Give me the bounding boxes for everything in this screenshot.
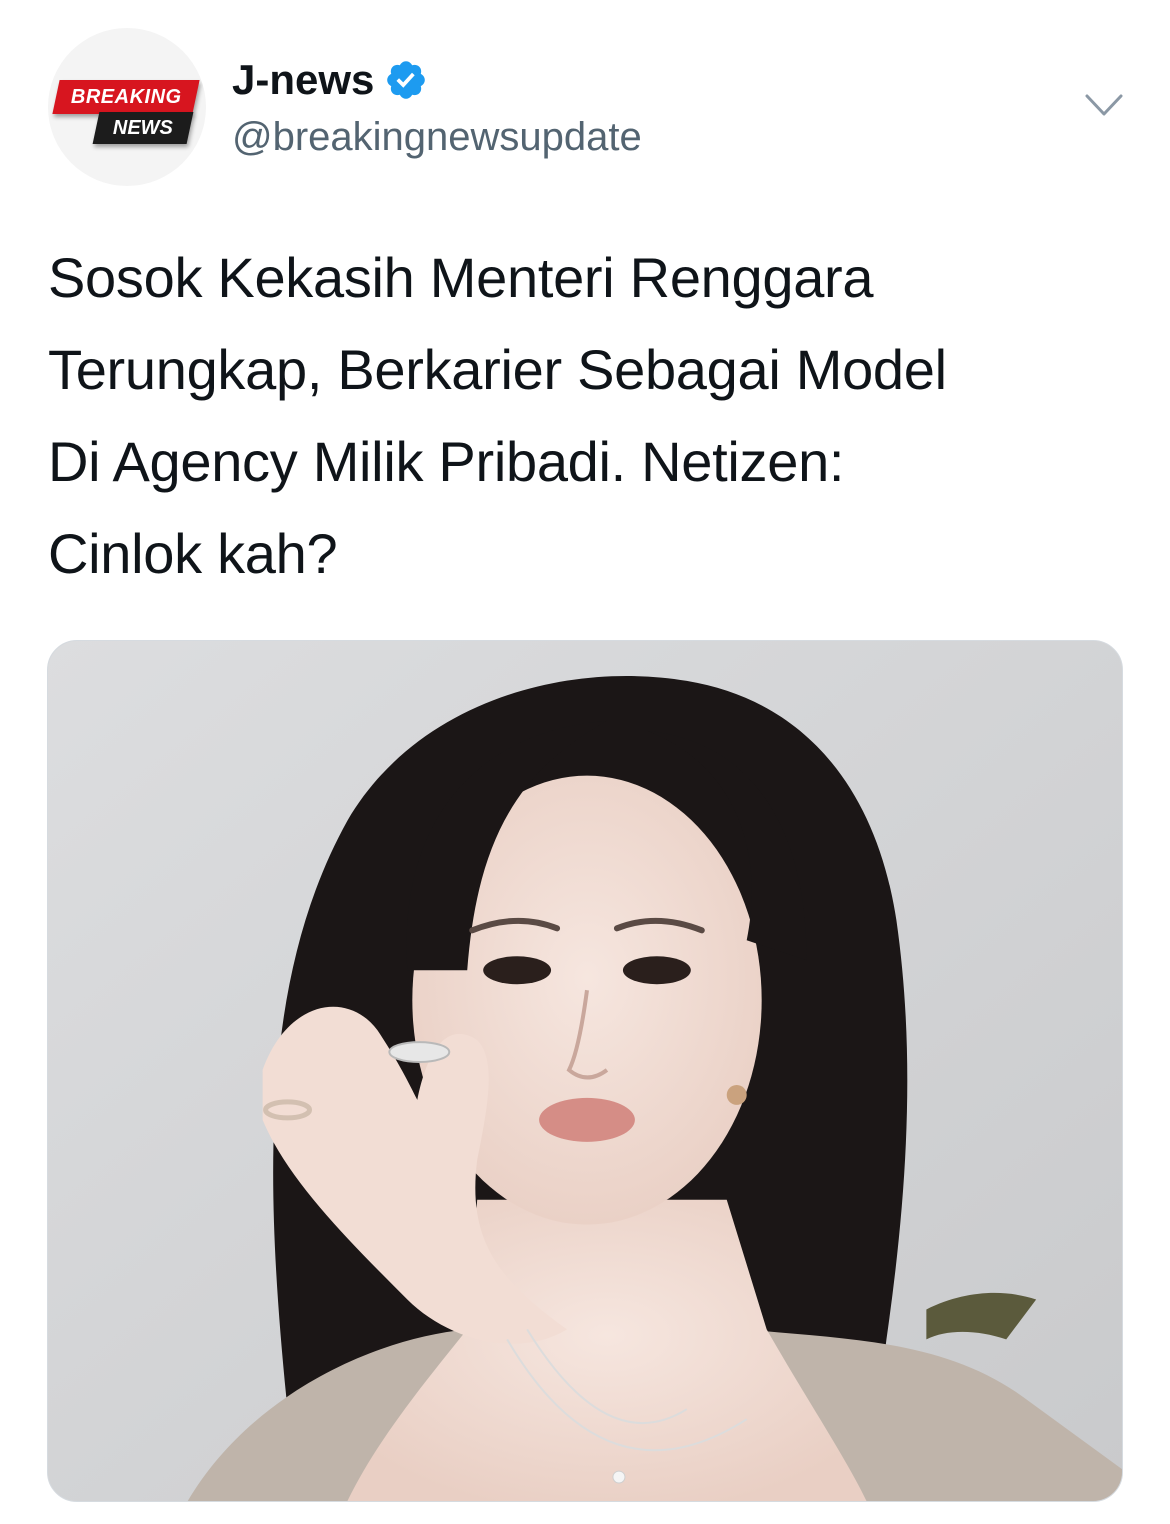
photo-portrait-icon [48, 641, 1122, 1501]
author-handle[interactable]: @breakingnewsupdate [232, 112, 642, 162]
breaking-badge: BREAKING [52, 80, 200, 114]
verified-badge-icon [387, 61, 426, 99]
breaking-badge-label: BREAKING [70, 85, 182, 108]
tweet-text: Sosok Kekasih Menteri Renggara Terungkap… [48, 246, 947, 585]
tweet-card[interactable]: BREAKING NEWS J-news @breakingnewsupdate… [0, 0, 1170, 1524]
news-badge: NEWS [92, 112, 194, 144]
avatar[interactable]: BREAKING NEWS [48, 28, 206, 186]
author-name-row[interactable]: J-news [232, 52, 428, 108]
display-name[interactable]: J-news [232, 52, 374, 108]
chevron-down-icon[interactable] [1084, 92, 1124, 118]
tweet-media-photo[interactable] [47, 640, 1123, 1502]
news-badge-label: NEWS [113, 116, 173, 139]
